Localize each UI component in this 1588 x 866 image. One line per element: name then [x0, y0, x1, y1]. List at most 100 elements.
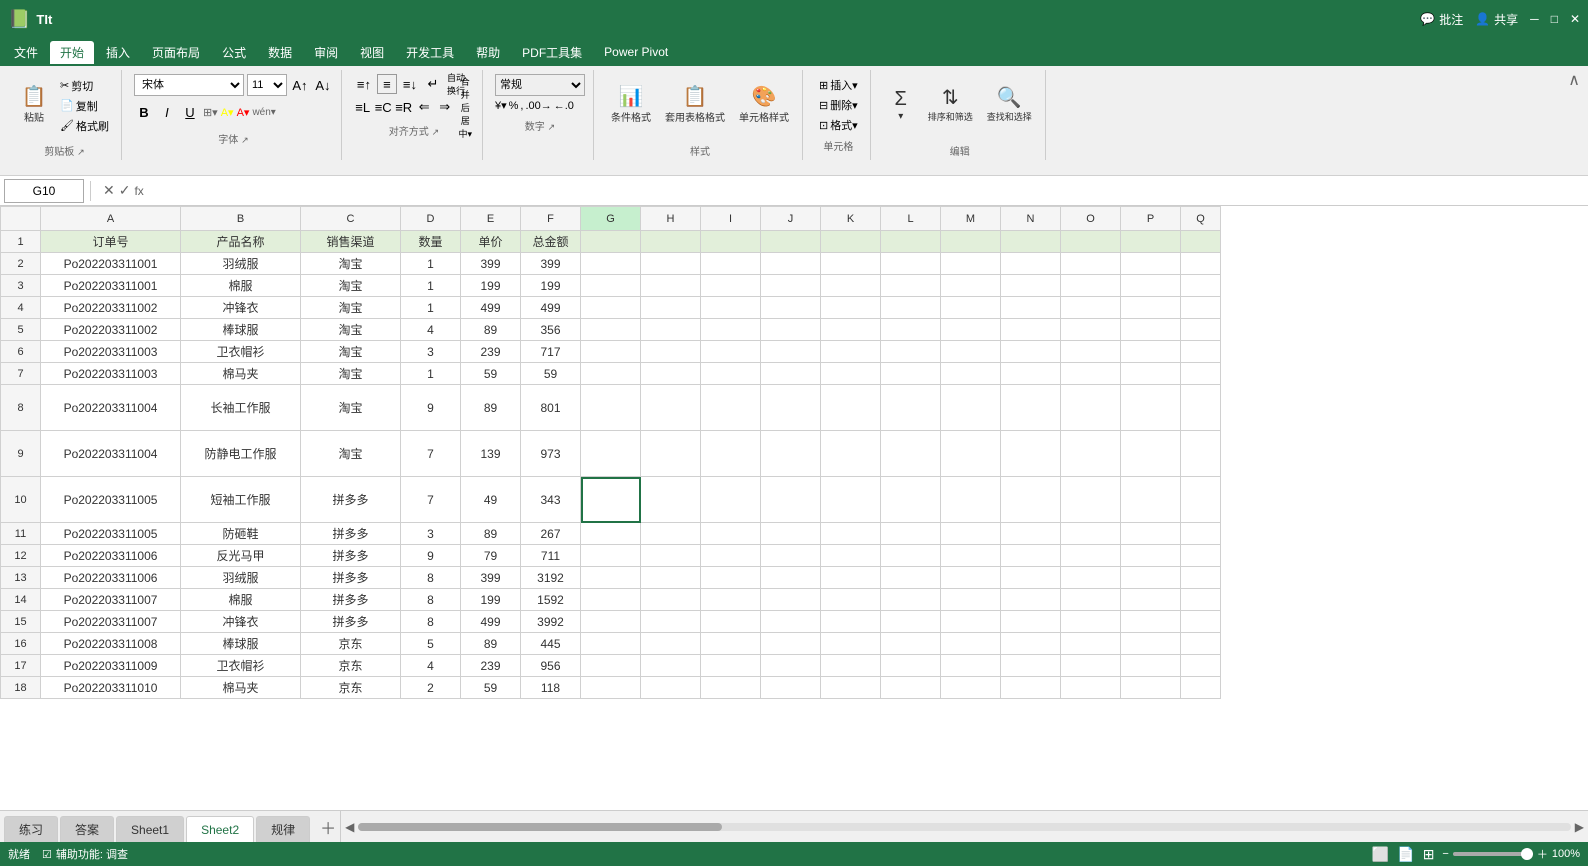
cell-1-16[interactable]	[1181, 231, 1221, 253]
cell-7-15[interactable]	[1121, 363, 1181, 385]
cell-1-12[interactable]	[941, 231, 1001, 253]
cell-18-2[interactable]: 京东	[301, 677, 401, 699]
menu-item-6[interactable]: 审阅	[304, 41, 348, 64]
font-size-select[interactable]: 11	[247, 74, 287, 96]
row-header-5[interactable]: 5	[1, 319, 41, 341]
cell-10-13[interactable]	[1001, 477, 1061, 523]
row-header-8[interactable]: 8	[1, 385, 41, 431]
cell-4-3[interactable]: 1	[401, 297, 461, 319]
cell-13-1[interactable]: 羽绒服	[181, 567, 301, 589]
cell-14-5[interactable]: 1592	[521, 589, 581, 611]
cell-11-11[interactable]	[881, 523, 941, 545]
cell-13-2[interactable]: 拼多多	[301, 567, 401, 589]
cell-17-13[interactable]	[1001, 655, 1061, 677]
cell-15-12[interactable]	[941, 611, 1001, 633]
cell-17-0[interactable]: Po202203311009	[41, 655, 181, 677]
cell-4-5[interactable]: 499	[521, 297, 581, 319]
cell-8-11[interactable]	[881, 385, 941, 431]
cell-12-13[interactable]	[1001, 545, 1061, 567]
cell-7-3[interactable]: 1	[401, 363, 461, 385]
cell-12-14[interactable]	[1061, 545, 1121, 567]
cell-1-1[interactable]: 产品名称	[181, 231, 301, 253]
cell-14-4[interactable]: 199	[461, 589, 521, 611]
cell-14-0[interactable]: Po202203311007	[41, 589, 181, 611]
row-header-14[interactable]: 14	[1, 589, 41, 611]
cell-11-3[interactable]: 3	[401, 523, 461, 545]
cell-4-7[interactable]	[641, 297, 701, 319]
cell-15-0[interactable]: Po202203311007	[41, 611, 181, 633]
cell-16-5[interactable]: 445	[521, 633, 581, 655]
cell-6-2[interactable]: 淘宝	[301, 341, 401, 363]
cell-9-1[interactable]: 防静电工作服	[181, 431, 301, 477]
cell-15-14[interactable]	[1061, 611, 1121, 633]
menu-item-8[interactable]: 开发工具	[396, 41, 464, 64]
cell-11-4[interactable]: 89	[461, 523, 521, 545]
cell-5-10[interactable]	[821, 319, 881, 341]
format-painter-button[interactable]: 🖌格式刷	[56, 117, 113, 135]
decrease-font-button[interactable]: A↓	[313, 75, 333, 95]
cell-12-3[interactable]: 9	[401, 545, 461, 567]
cell-15-4[interactable]: 499	[461, 611, 521, 633]
cell-11-8[interactable]	[701, 523, 761, 545]
cell-1-2[interactable]: 销售渠道	[301, 231, 401, 253]
cell-8-5[interactable]: 801	[521, 385, 581, 431]
cell-5-2[interactable]: 淘宝	[301, 319, 401, 341]
cell-17-11[interactable]	[881, 655, 941, 677]
cell-4-9[interactable]	[761, 297, 821, 319]
cell-17-6[interactable]	[581, 655, 641, 677]
find-select-button[interactable]: 🔍 查找和选择	[982, 85, 1037, 126]
cell-4-10[interactable]	[821, 297, 881, 319]
cell-9-15[interactable]	[1121, 431, 1181, 477]
cell-9-7[interactable]	[641, 431, 701, 477]
cell-14-16[interactable]	[1181, 589, 1221, 611]
cell-11-1[interactable]: 防砸鞋	[181, 523, 301, 545]
cell-12-10[interactable]	[821, 545, 881, 567]
cell-6-5[interactable]: 717	[521, 341, 581, 363]
cell-12-4[interactable]: 79	[461, 545, 521, 567]
cell-11-6[interactable]	[581, 523, 641, 545]
cell-4-13[interactable]	[1001, 297, 1061, 319]
zoom-out-button[interactable]: −	[1442, 848, 1448, 860]
cell-6-10[interactable]	[821, 341, 881, 363]
maximize-button[interactable]: □	[1551, 11, 1558, 28]
row-header-13[interactable]: 13	[1, 567, 41, 589]
cut-button[interactable]: ✂剪切	[56, 77, 113, 95]
cell-16-3[interactable]: 5	[401, 633, 461, 655]
cell-17-15[interactable]	[1121, 655, 1181, 677]
cell-3-8[interactable]	[701, 275, 761, 297]
scroll-right-icon[interactable]: ▶	[1575, 820, 1584, 834]
cell-6-0[interactable]: Po202203311003	[41, 341, 181, 363]
cell-11-16[interactable]	[1181, 523, 1221, 545]
cell-13-14[interactable]	[1061, 567, 1121, 589]
page-break-icon[interactable]: ⊞	[1423, 846, 1435, 863]
cell-13-6[interactable]	[581, 567, 641, 589]
cell-7-2[interactable]: 淘宝	[301, 363, 401, 385]
col-header-H[interactable]: H	[641, 207, 701, 231]
cell-2-14[interactable]	[1061, 253, 1121, 275]
col-header-I[interactable]: I	[701, 207, 761, 231]
cell-18-6[interactable]	[581, 677, 641, 699]
cell-5-0[interactable]: Po202203311002	[41, 319, 181, 341]
cell-2-13[interactable]	[1001, 253, 1061, 275]
increase-decimal-button[interactable]: .00→	[525, 100, 551, 112]
cell-16-9[interactable]	[761, 633, 821, 655]
cell-2-2[interactable]: 淘宝	[301, 253, 401, 275]
cell-11-7[interactable]	[641, 523, 701, 545]
cell-styles-button[interactable]: 🎨 单元格样式	[734, 84, 794, 127]
menu-item-4[interactable]: 公式	[212, 41, 256, 64]
cell-1-3[interactable]: 数量	[401, 231, 461, 253]
cell-14-1[interactable]: 棉服	[181, 589, 301, 611]
cell-15-15[interactable]	[1121, 611, 1181, 633]
cell-14-15[interactable]	[1121, 589, 1181, 611]
percent-button[interactable]: %	[509, 100, 519, 112]
cell-18-16[interactable]	[1181, 677, 1221, 699]
cell-16-10[interactable]	[821, 633, 881, 655]
cell-18-10[interactable]	[821, 677, 881, 699]
cell-2-10[interactable]	[821, 253, 881, 275]
cell-17-10[interactable]	[821, 655, 881, 677]
cell-2-15[interactable]	[1121, 253, 1181, 275]
cell-8-13[interactable]	[1001, 385, 1061, 431]
cell-17-9[interactable]	[761, 655, 821, 677]
close-button[interactable]: ✕	[1570, 11, 1580, 28]
cell-7-8[interactable]	[701, 363, 761, 385]
